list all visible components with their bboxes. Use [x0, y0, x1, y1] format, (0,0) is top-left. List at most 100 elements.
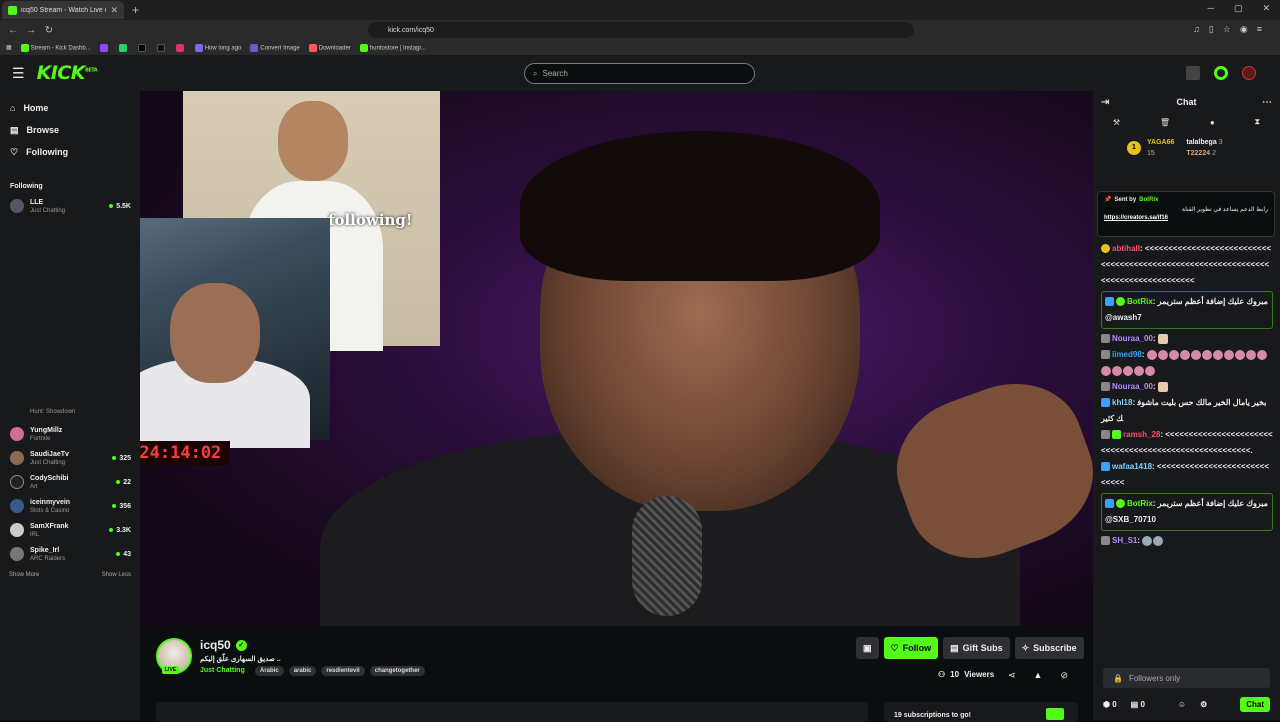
reload-icon[interactable]: ↻ — [42, 25, 56, 36]
bookmark-star-icon[interactable]: ☆ — [1223, 24, 1231, 35]
share-icon[interactable]: ⋖ — [1008, 670, 1016, 681]
bookmark-item[interactable]: Downloader — [308, 43, 351, 52]
browse-icon: ▤ — [10, 124, 19, 135]
settings-gear-icon[interactable]: ⚙ — [1200, 700, 1207, 709]
chat-message: BotRix: مبروك عليك إضافة أعظم ستريمر @SX… — [1101, 493, 1273, 531]
avatar — [10, 547, 24, 561]
sub-goal-button[interactable] — [1046, 708, 1064, 720]
bookmark-item[interactable]: How long ago — [194, 43, 241, 52]
search-input[interactable]: ⌕ Search — [524, 63, 755, 84]
forward-icon[interactable]: → — [24, 25, 38, 36]
left-sidebar: ⌂ Home ▤ Browse ♡ Following Following LLE Ju… — [0, 91, 140, 720]
gift-icon: ▤ — [950, 642, 959, 653]
subscribe-button[interactable]: ✧ Subscribe — [1014, 637, 1084, 659]
following-item[interactable]: YungMillz Fortnite — [0, 422, 140, 446]
stream-category[interactable]: Just Chatting — [200, 667, 245, 674]
following-item[interactable]: SaudiJaeTv Just Chatting 325 — [0, 446, 140, 470]
minimize-icon[interactable]: ─ — [1208, 3, 1214, 14]
hourglass-icon[interactable]: ⧗ — [1254, 117, 1260, 127]
back-icon[interactable]: ← — [6, 25, 20, 36]
live-dot-icon — [109, 204, 114, 208]
gift-subs-button[interactable]: ▤ Gift Subs — [943, 637, 1010, 659]
report-icon[interactable]: ▲ — [1034, 670, 1043, 681]
live-badge: LIVE — [162, 666, 180, 674]
apps-icon[interactable]: ▦ — [6, 44, 12, 51]
following-item[interactable]: Spike_Irl ARC Raiders 43 — [0, 542, 140, 566]
avatar — [10, 451, 24, 465]
pinned-message[interactable]: 📌 Sent by BotRix رابط الدعم يساعد في تطو… — [1097, 191, 1275, 237]
browser-tab[interactable]: icq50 Stream - Watch Live on ✕ — [2, 1, 124, 19]
extension-icon[interactable]: ♫ — [1193, 24, 1200, 35]
browser-toolbar: ← → ↻ kick.com/icq50 ♫ ▯ ☆ ◉ ≡ — [0, 20, 1280, 40]
bookmark-icon-twitch[interactable] — [99, 43, 110, 52]
following-item[interactable]: SamXFrank IRL 3.3K — [0, 518, 140, 542]
delete-icon[interactable]: 🗑 — [1160, 118, 1170, 127]
menu-icon[interactable]: ≡ — [1257, 24, 1262, 35]
kick-logo[interactable]: KICKBETA — [37, 62, 98, 84]
hide-icon[interactable]: ⊘ — [1060, 670, 1068, 681]
bookmark-icon-instagram[interactable] — [175, 43, 186, 52]
show-more-button[interactable]: Show More — [9, 572, 39, 578]
send-chat-button[interactable]: Chat — [1240, 696, 1270, 712]
chat-input[interactable]: 🔒 Followers only — [1103, 668, 1270, 688]
chat-messages: abtihall: <<<<<<<<<<<<<<<<<<<<<<<<<<<<<<… — [1101, 241, 1273, 549]
kick-favicon-icon — [8, 5, 17, 15]
user-avatar[interactable] — [1242, 66, 1256, 80]
chat-message: ramsh_28: <<<<<<<<<<<<<<<<<<<<<<<<<<<<<<… — [1101, 430, 1273, 455]
following-item[interactable]: LLE Just Chatting 5.5K — [0, 194, 140, 218]
tag[interactable]: changetogether — [369, 666, 425, 676]
bookmark-item[interactable]: Convert Image — [250, 43, 300, 52]
clip-button[interactable]: ▣ — [856, 637, 879, 659]
kick-points-balance[interactable]: ⬢ 0 — [1103, 700, 1117, 709]
gift-icon: ▤ — [1130, 699, 1139, 709]
close-window-icon[interactable]: ✕ — [1262, 3, 1270, 14]
nav-home[interactable]: ⌂ Home — [0, 97, 140, 119]
channel-name[interactable]: icq50 ✓ — [200, 638, 247, 652]
stream-title: صديق السهارى علّق إليكم .. — [200, 656, 281, 663]
video-player[interactable]: following! 50:24:14:02 — [140, 91, 1093, 626]
kick-points-icon[interactable] — [1214, 66, 1228, 80]
following-item[interactable]: iceinmyvein Slots & Casino 356 — [0, 494, 140, 518]
webcam-overlay — [140, 218, 330, 448]
bookmark-item[interactable]: Stream - Kick Dashb... — [20, 43, 91, 52]
nav-browse[interactable]: ▤ Browse — [0, 119, 140, 141]
bookmark-item[interactable]: huntostore | Instagr... — [359, 43, 426, 52]
show-less-button[interactable]: Show Less — [102, 572, 131, 578]
close-tab-icon[interactable]: ✕ — [110, 5, 118, 16]
medal-icon: 1 — [1127, 141, 1141, 155]
tag[interactable]: Arabic — [255, 666, 284, 676]
follow-alert-text: following! — [328, 211, 413, 229]
address-bar[interactable]: kick.com/icq50 — [368, 22, 914, 38]
maximize-icon[interactable]: ▢ — [1234, 3, 1243, 14]
collapse-chat-icon[interactable]: ⇥ — [1101, 97, 1109, 108]
chat-message: SH_S1: — [1101, 533, 1273, 549]
pinned-link[interactable]: https://creators.sa/if16 — [1104, 215, 1268, 221]
tag[interactable]: arabic — [288, 666, 317, 676]
hamburger-menu-icon[interactable]: ☰ — [12, 65, 25, 82]
sidebar-icon[interactable]: ▯ — [1209, 24, 1214, 35]
mod-tools-icon[interactable]: ⚒ — [1113, 118, 1120, 127]
follow-button[interactable]: ♡ Follow — [883, 637, 939, 659]
channel-info: LIVE icq50 ✓ صديق السهارى علّق إليكم .. … — [140, 626, 1093, 722]
following-item[interactable]: Hunt: Showdown — [0, 402, 140, 422]
nav-following[interactable]: ♡ Following — [0, 141, 140, 163]
tag[interactable]: resdientevil — [321, 666, 365, 676]
sub-goal: 19 subscriptions to go! — [884, 702, 1078, 722]
chat-bubble-icon[interactable]: ● — [1210, 118, 1215, 127]
channel-points-balance[interactable]: ▤ 0 — [1131, 700, 1145, 709]
bookmark-icon-tiktok[interactable] — [156, 43, 167, 52]
emote-icon[interactable]: ☺ — [1178, 700, 1186, 709]
following-section-title: Following — [10, 183, 43, 190]
star-icon: ✧ — [1021, 642, 1030, 653]
bookmark-icon-whatsapp[interactable] — [118, 43, 129, 52]
tab-title: icq50 Stream - Watch Live on — [21, 6, 107, 14]
following-item[interactable]: CodySchibi Art 22 — [0, 470, 140, 494]
avatar — [10, 475, 24, 489]
profile-icon[interactable]: ◉ — [1240, 24, 1248, 35]
new-tab-icon[interactable]: + — [132, 3, 139, 17]
chat-options-icon[interactable]: ⋯ — [1262, 97, 1272, 108]
bookmark-icon-x[interactable] — [137, 43, 148, 52]
browser-tabbar: icq50 Stream - Watch Live on ✕ + ─ ▢ ✕ — [0, 0, 1280, 20]
wallet-icon[interactable] — [1186, 66, 1200, 80]
search-placeholder: Search — [542, 69, 568, 78]
